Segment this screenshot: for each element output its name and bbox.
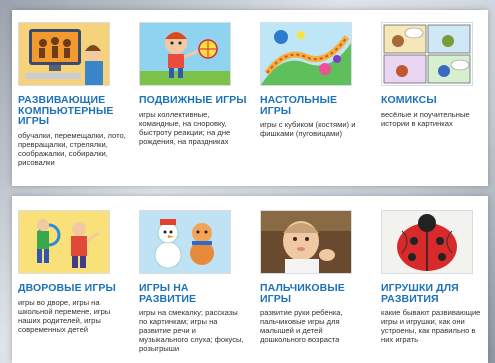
category-card-computer-games[interactable]: РАЗВИВАЮЩИЕ КОМПЬЮТЕРНЫЕ ИГРЫ обучалки, … bbox=[18, 22, 126, 167]
category-description: игры на смекалку; рассказы по картинкам;… bbox=[139, 308, 244, 353]
category-title[interactable]: КОМИКСЫ bbox=[381, 95, 489, 106]
category-description: какие бывают развивающие игры и игрушки,… bbox=[381, 308, 481, 344]
category-description: игры во дворе, игры на школьной перемене… bbox=[18, 297, 111, 334]
games-panel-top: РАЗВИВАЮЩИЕ КОМПЬЮТЕРНЫЕ ИГРЫ обучалки, … bbox=[12, 10, 488, 186]
snowman-icon[interactable] bbox=[139, 210, 231, 274]
comics-icon[interactable] bbox=[381, 22, 473, 86]
computer-kids-icon[interactable] bbox=[18, 22, 110, 86]
category-card-yard-games[interactable]: ДВОРОВЫЕ ИГРЫ игры во дворе, игры на шко… bbox=[18, 210, 126, 334]
category-description: развитие руки ребенка, пальчиковые игры … bbox=[260, 308, 343, 344]
category-title[interactable]: ПОДВИЖНЫЕ ИГРЫ bbox=[139, 95, 247, 106]
category-title[interactable]: ИГРЫ НА РАЗВИТИЕ bbox=[139, 283, 247, 304]
category-title[interactable]: ДВОРОВЫЕ ИГРЫ bbox=[18, 283, 126, 294]
category-title[interactable]: РАЗВИВАЮЩИЕ КОМПЬЮТЕРНЫЕ ИГРЫ bbox=[18, 95, 126, 127]
category-card-comics[interactable]: КОМИКСЫ весёлые и поучительные истории в… bbox=[381, 22, 489, 128]
yard-kids-icon[interactable] bbox=[18, 210, 110, 274]
category-card-development-games[interactable]: ИГРЫ НА РАЗВИТИЕ игры на смекалку; расск… bbox=[139, 210, 247, 353]
games-panel-bottom: ДВОРОВЫЕ ИГРЫ игры во дворе, игры на шко… bbox=[12, 196, 488, 363]
category-card-developmental-toys[interactable]: ИГРУШКИ ДЛЯ РАЗВИТИЯ какие бывают развив… bbox=[381, 210, 489, 344]
category-description: игры коллективные, командные, на сноровк… bbox=[139, 109, 231, 146]
category-description: весёлые и поучительные истории в картинк… bbox=[381, 109, 470, 128]
baby-hands-icon[interactable] bbox=[260, 210, 352, 274]
category-description: обучалки, перемещалки, лото, превращалки… bbox=[18, 130, 126, 167]
category-title[interactable]: ИГРУШКИ ДЛЯ РАЗВИТИЯ bbox=[381, 283, 489, 304]
ball-kid-icon[interactable] bbox=[139, 22, 231, 86]
category-description: игры с кубиком (костями) и фишками (пуго… bbox=[260, 120, 356, 138]
board-game-icon[interactable] bbox=[260, 22, 352, 86]
category-card-board-games[interactable]: НАСТОЛЬНЫЕ ИГРЫ игры с кубиком (костями)… bbox=[260, 22, 368, 138]
category-title[interactable]: ПАЛЬЧИКОВЫЕ ИГРЫ bbox=[260, 283, 368, 304]
ladybug-toy-icon[interactable] bbox=[381, 210, 473, 274]
category-card-active-games[interactable]: ПОДВИЖНЫЕ ИГРЫ игры коллективные, команд… bbox=[139, 22, 247, 146]
category-title[interactable]: НАСТОЛЬНЫЕ ИГРЫ bbox=[260, 95, 368, 116]
category-card-finger-games[interactable]: ПАЛЬЧИКОВЫЕ ИГРЫ развитие руки ребенка, … bbox=[260, 210, 368, 344]
